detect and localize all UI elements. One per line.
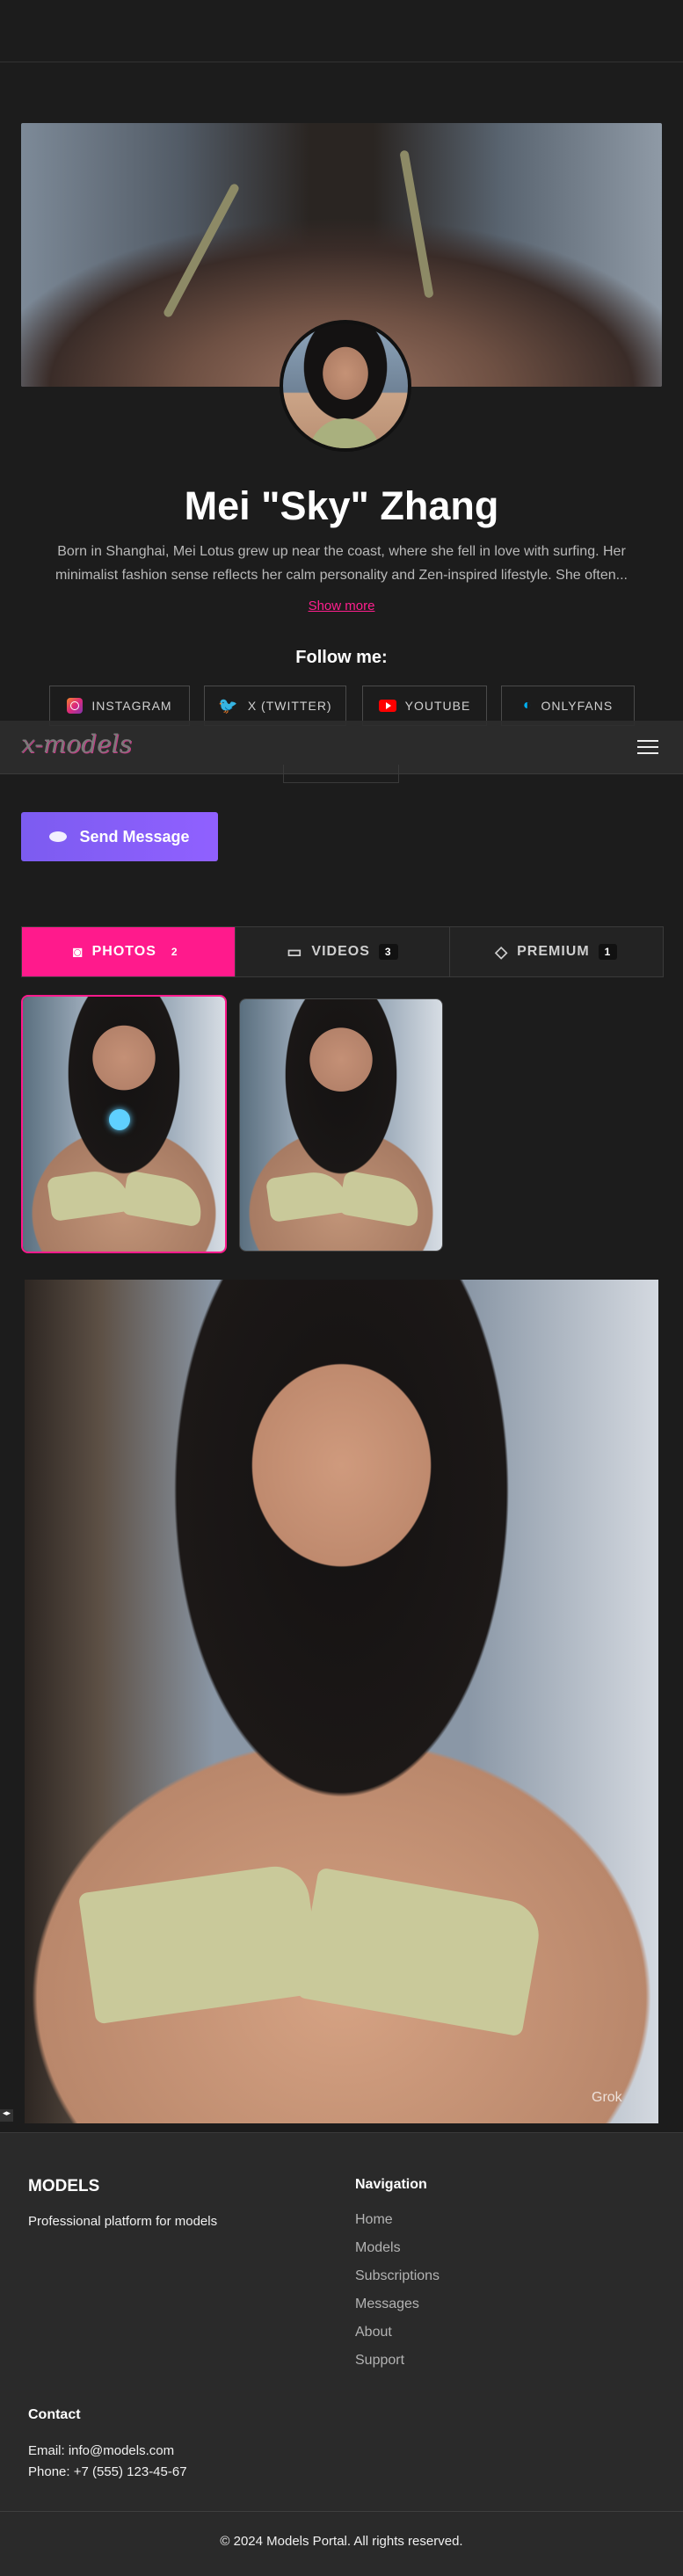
avatar[interactable] [280, 320, 411, 452]
show-more-link[interactable]: Show more [0, 599, 683, 613]
footer-divider [0, 2511, 683, 2512]
photo-thumbnail-2[interactable] [239, 998, 443, 1252]
social-link-label: ONLYFANS [541, 699, 614, 713]
footer-copyright: © 2024 Models Portal. All rights reserve… [220, 2534, 463, 2549]
camera-icon: ◙ [72, 942, 84, 961]
footer-email[interactable]: Email: info@models.com [28, 2441, 187, 2462]
social-link-label: INSTAGRAM [91, 699, 172, 713]
social-link-label: X (TWITTER) [247, 699, 332, 713]
tab-photos[interactable]: ◙ PHOTOS 2 [22, 927, 236, 976]
send-message-label: Send Message [79, 827, 190, 845]
footer-contact: Email: info@models.com Phone: +7 (555) 1… [28, 2441, 187, 2483]
tab-videos[interactable]: ▭ VIDEOS 3 [236, 927, 450, 976]
footer-nav-title: Navigation [355, 2177, 427, 2192]
grok-watermark: Grok [592, 2090, 622, 2105]
tab-label: PHOTOS [91, 944, 156, 959]
video-camera-icon: ▭ [287, 942, 303, 961]
onlyfans-icon: ◐ [522, 698, 533, 713]
tab-label: PREMIUM [517, 944, 590, 959]
tab-label: VIDEOS [311, 944, 370, 959]
tab-premium[interactable]: ◇ PREMIUM 1 [449, 927, 663, 976]
footer-link-subscriptions[interactable]: Subscriptions [355, 2268, 440, 2297]
photo-viewer-image[interactable]: Grok [25, 1280, 658, 2123]
hamburger-menu-icon[interactable] [637, 740, 658, 756]
message-bubble-icon [49, 831, 68, 842]
site-logo[interactable]: x-models [21, 729, 132, 758]
footer-brand: MODELS [28, 2177, 100, 2195]
youtube-icon [378, 700, 396, 712]
media-tabs: ◙ PHOTOS 2 ▭ VIDEOS 3 ◇ PREMIUM 1 [21, 926, 664, 977]
footer-link-home[interactable]: Home [355, 2212, 440, 2240]
tab-count: 2 [164, 944, 185, 960]
profile-name: Mei "Sky" Zhang [184, 483, 499, 528]
footer-phone[interactable]: Phone: +7 (555) 123-45-67 [28, 2462, 187, 2483]
footer-tagline: Professional platform for models [28, 2214, 218, 2229]
touch-indicator [109, 1109, 130, 1130]
footer-link-about[interactable]: About [355, 2325, 440, 2353]
side-marker-icon: ◂▸ [0, 2109, 14, 2122]
twitter-bird-icon: 🐦 [218, 696, 239, 715]
footer-link-messages[interactable]: Messages [355, 2297, 440, 2325]
hidden-social-button [283, 765, 399, 783]
footer-contact-title: Contact [28, 2407, 81, 2422]
social-link-label: YOUTUBE [404, 699, 471, 713]
footer-nav: Home Models Subscriptions Messages About… [355, 2212, 440, 2381]
send-message-button[interactable]: Send Message [21, 812, 218, 861]
profile-bio: Born in Shanghai, Mei Lotus grew up near… [55, 544, 628, 583]
follow-title: Follow me: [295, 648, 388, 667]
instagram-icon [67, 698, 84, 714]
tab-count: 3 [378, 944, 398, 960]
footer-link-support[interactable]: Support [355, 2353, 440, 2381]
footer-link-models[interactable]: Models [355, 2240, 440, 2268]
footer: MODELS Professional platform for models … [0, 2132, 683, 2576]
tab-count: 1 [598, 944, 618, 960]
diamond-icon: ◇ [495, 942, 509, 961]
